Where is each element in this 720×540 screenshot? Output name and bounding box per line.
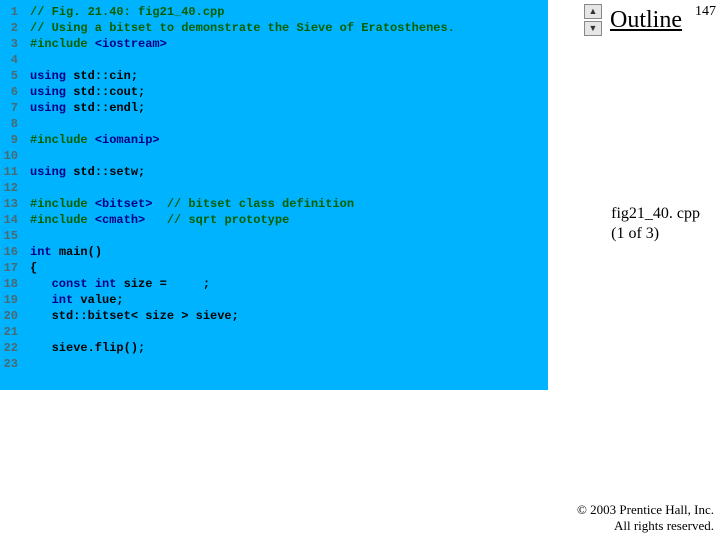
line-number: 16	[0, 244, 20, 260]
code-line: 7using std::endl;	[0, 100, 548, 116]
code-line: 19 int value;	[0, 292, 548, 308]
code-text: #include <cmath> // sqrt prototype	[20, 212, 289, 228]
code-line: 22 sieve.flip();	[0, 340, 548, 356]
line-number: 18	[0, 276, 20, 292]
code-line: 16int main()	[0, 244, 548, 260]
code-line: 14#include <cmath> // sqrt prototype	[0, 212, 548, 228]
code-text	[20, 228, 30, 244]
line-number: 13	[0, 196, 20, 212]
line-number: 5	[0, 68, 20, 84]
code-text: // Fig. 21.40: fig21_40.cpp	[20, 4, 224, 20]
code-text: const int size = ;	[20, 276, 210, 292]
code-line: 1// Fig. 21.40: fig21_40.cpp	[0, 4, 548, 20]
outline-box: ▲ ▼ Outline	[584, 4, 682, 36]
line-number: 12	[0, 180, 20, 196]
code-text: int value;	[20, 292, 124, 308]
line-number: 15	[0, 228, 20, 244]
code-text: std::bitset< size > sieve;	[20, 308, 239, 324]
copyright: © 2003 Prentice Hall, Inc. All rights re…	[577, 502, 714, 535]
line-number: 14	[0, 212, 20, 228]
scroll-buttons: ▲ ▼	[584, 4, 602, 36]
line-number: 2	[0, 20, 20, 36]
line-number: 1	[0, 4, 20, 20]
code-line: 17{	[0, 260, 548, 276]
page-number: 147	[695, 4, 716, 20]
code-line: 23	[0, 356, 548, 372]
code-line: 18 const int size = ;	[0, 276, 548, 292]
code-text: using std::cin;	[20, 68, 138, 84]
line-number: 7	[0, 100, 20, 116]
code-text	[20, 180, 30, 196]
scroll-down-button[interactable]: ▼	[584, 21, 602, 36]
code-text	[20, 52, 30, 68]
code-line: 6using std::cout;	[0, 84, 548, 100]
copyright-line1: © 2003 Prentice Hall, Inc.	[577, 502, 714, 518]
code-line: 13#include <bitset> // bitset class defi…	[0, 196, 548, 212]
code-text: int main()	[20, 244, 102, 260]
line-number: 11	[0, 164, 20, 180]
code-line: 21	[0, 324, 548, 340]
scroll-up-button[interactable]: ▲	[584, 4, 602, 19]
code-line: 11using std::setw;	[0, 164, 548, 180]
code-text: using std::endl;	[20, 100, 145, 116]
code-text	[20, 148, 30, 164]
code-line: 12	[0, 180, 548, 196]
code-line: 4	[0, 52, 548, 68]
code-text: using std::setw;	[20, 164, 145, 180]
code-line: 9#include <iomanip>	[0, 132, 548, 148]
line-number: 10	[0, 148, 20, 164]
line-number: 22	[0, 340, 20, 356]
line-number: 17	[0, 260, 20, 276]
copyright-line2: All rights reserved.	[577, 518, 714, 534]
code-text	[20, 324, 30, 340]
code-text: #include <bitset> // bitset class defini…	[20, 196, 354, 212]
code-text: using std::cout;	[20, 84, 145, 100]
code-line: 3#include <iostream>	[0, 36, 548, 52]
code-line: 8	[0, 116, 548, 132]
code-text: // Using a bitset to demonstrate the Sie…	[20, 20, 455, 36]
line-number: 4	[0, 52, 20, 68]
line-number: 23	[0, 356, 20, 372]
code-line: 5using std::cin;	[0, 68, 548, 84]
code-text: #include <iostream>	[20, 36, 167, 52]
line-number: 20	[0, 308, 20, 324]
file-name: fig21_40. cpp	[611, 204, 700, 224]
code-text: {	[20, 260, 37, 276]
code-text	[20, 116, 30, 132]
code-line: 10	[0, 148, 548, 164]
outline-heading: Outline	[610, 7, 682, 34]
file-part: (1 of 3)	[611, 224, 700, 244]
line-number: 21	[0, 324, 20, 340]
code-panel: 1// Fig. 21.40: fig21_40.cpp2// Using a …	[0, 0, 548, 390]
slide: 1// Fig. 21.40: fig21_40.cpp2// Using a …	[0, 0, 720, 540]
file-label: fig21_40. cpp (1 of 3)	[611, 204, 700, 244]
line-number: 8	[0, 116, 20, 132]
code-line: 20 std::bitset< size > sieve;	[0, 308, 548, 324]
line-number: 6	[0, 84, 20, 100]
line-number: 3	[0, 36, 20, 52]
code-text: #include <iomanip>	[20, 132, 160, 148]
line-number: 9	[0, 132, 20, 148]
code-line: 15	[0, 228, 548, 244]
code-line: 2// Using a bitset to demonstrate the Si…	[0, 20, 548, 36]
code-text: sieve.flip();	[20, 340, 145, 356]
code-text	[20, 356, 30, 372]
line-number: 19	[0, 292, 20, 308]
